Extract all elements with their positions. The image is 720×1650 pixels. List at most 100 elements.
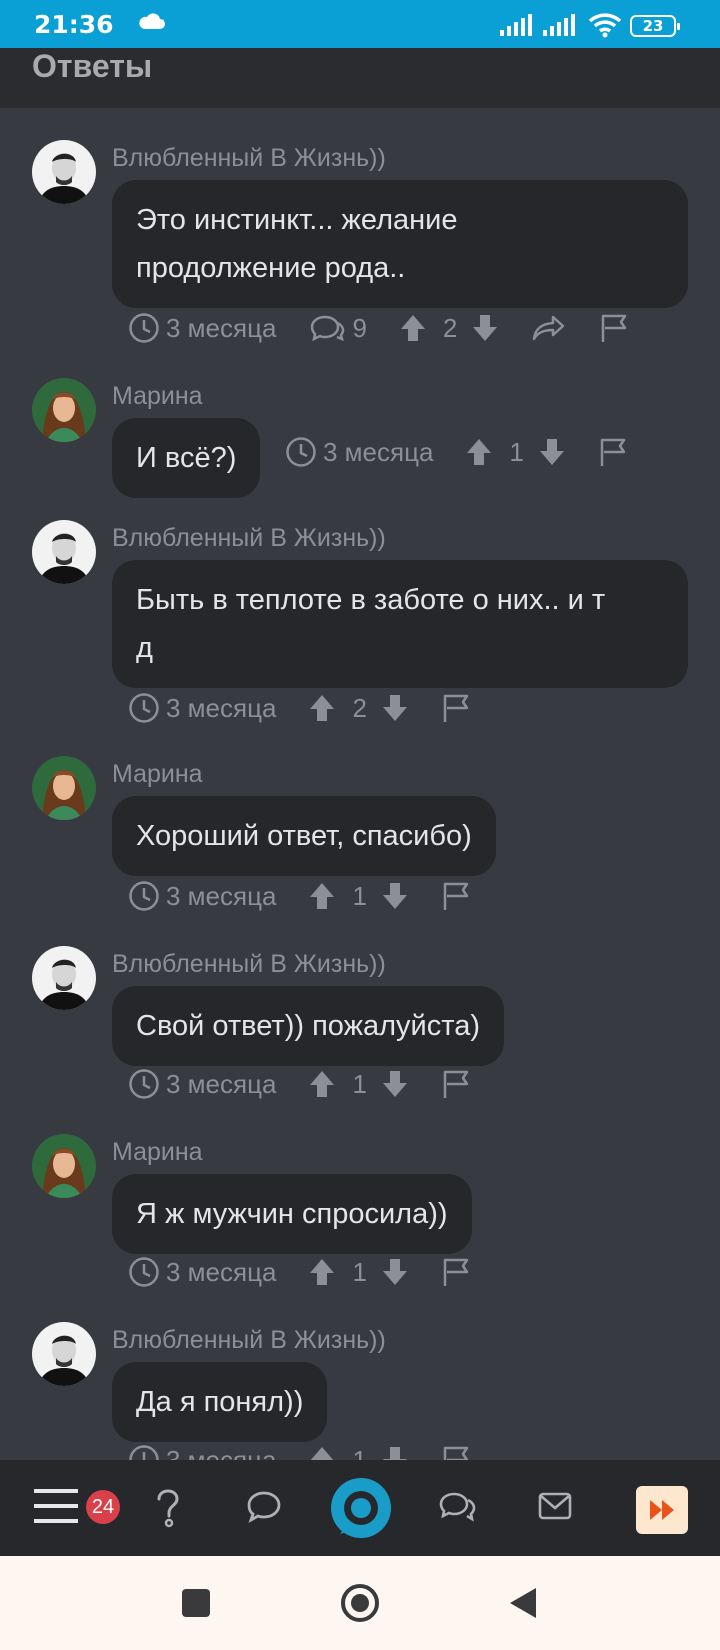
timestamp-text: 3 месяца — [166, 880, 277, 911]
clock-icon — [129, 693, 159, 723]
downvote-button[interactable] — [471, 313, 499, 343]
mail-icon[interactable] — [538, 1492, 572, 1524]
downvote-button[interactable] — [381, 693, 409, 723]
downvote-button[interactable] — [381, 1445, 409, 1460]
clock-icon — [129, 881, 159, 911]
comment-text-line: Хороший ответ, спасибо) — [136, 820, 472, 852]
comment-actions: 3 месяца 1 — [128, 876, 473, 916]
avatar[interactable] — [32, 946, 96, 1010]
flag-icon — [600, 438, 626, 466]
comment-actions: 3 месяца 1 — [128, 1064, 473, 1104]
timestamp-text: 3 месяца — [323, 436, 434, 467]
flag-button[interactable] — [441, 1256, 473, 1288]
downvote-button[interactable] — [381, 881, 409, 911]
comment-author[interactable]: Марина — [112, 382, 203, 411]
timestamp-text: 3 месяца — [166, 1256, 277, 1287]
upvote-button[interactable] — [465, 437, 493, 467]
comment-actions: 3 месяца 2 — [128, 688, 473, 728]
home-logo[interactable] — [328, 1476, 394, 1546]
stop-icon[interactable] — [182, 1589, 210, 1621]
upvote-button[interactable] — [308, 1069, 336, 1099]
comment-actions: 3 месяца 9 2 — [128, 308, 631, 348]
comment-text-line: Я ж мужчин спросила)) — [136, 1198, 448, 1230]
comment-bubble: Свой ответ)) пожалуйста) — [112, 986, 504, 1066]
comment-text-line: Быть в теплоте в заботе о них.. и т — [136, 584, 606, 616]
flag-button[interactable] — [598, 436, 630, 468]
timestamp-text: 3 месяца — [166, 692, 277, 723]
comment-author[interactable]: Марина — [112, 760, 203, 789]
vote-count: 1 — [509, 436, 524, 467]
comment-author[interactable]: Марина — [112, 1138, 203, 1167]
comment-text-line: И всё?) — [136, 442, 237, 474]
flag-button[interactable] — [599, 312, 631, 344]
timestamp: 3 месяца — [128, 1068, 276, 1100]
comment-text-line: Да я понял)) — [136, 1386, 304, 1418]
timestamp: 3 месяца — [128, 1444, 276, 1460]
fast-forward-icon — [650, 1500, 674, 1520]
replies-button[interactable]: 9 — [308, 313, 367, 344]
comment-author[interactable]: Влюбленный В Жизнь)) — [112, 144, 386, 173]
flag-button[interactable] — [441, 1068, 473, 1100]
flag-icon — [443, 882, 469, 910]
timestamp-text: 3 месяца — [166, 1068, 277, 1099]
comment-actions: 3 месяца 1 — [128, 1440, 473, 1460]
avatar[interactable] — [32, 520, 96, 584]
comment-bubble: Это инстинкт... желание продолжение рода… — [112, 180, 688, 308]
fast-forward-button[interactable] — [636, 1486, 688, 1534]
flag-button[interactable] — [441, 692, 473, 724]
question-icon[interactable] — [152, 1488, 184, 1532]
comment-bubble: Да я понял)) — [112, 1362, 328, 1442]
upvote-button[interactable] — [308, 693, 336, 723]
timestamp: 3 месяца — [128, 692, 276, 724]
upvote-button[interactable] — [308, 1445, 336, 1460]
comment-author[interactable]: Влюбленный В Жизнь)) — [112, 950, 386, 979]
avatar[interactable] — [32, 378, 96, 442]
clock-icon — [129, 1069, 159, 1099]
downvote-icon — [382, 1259, 407, 1285]
avatar[interactable] — [32, 1134, 96, 1198]
comment-author[interactable]: Влюбленный В Жизнь)) — [112, 524, 386, 553]
flag-icon — [443, 1070, 469, 1098]
chat-icon[interactable] — [246, 1490, 282, 1528]
comment-author[interactable]: Влюбленный В Жизнь)) — [112, 1326, 386, 1355]
comment-actions: 3 месяца 1 — [285, 432, 630, 472]
timestamp: 3 месяца — [128, 1256, 276, 1288]
clock-icon — [129, 1445, 159, 1460]
bottom-nav: 24 — [0, 1460, 720, 1556]
flag-button[interactable] — [441, 1444, 473, 1460]
comment-text-line: продолжение рода.. — [136, 252, 406, 284]
downvote-icon — [382, 695, 407, 721]
comment-text-line: д — [136, 632, 153, 664]
downvote-button[interactable] — [381, 1069, 409, 1099]
back-icon[interactable] — [508, 1586, 538, 1624]
home-icon[interactable] — [340, 1583, 380, 1627]
avatar[interactable] — [32, 1322, 96, 1386]
timestamp: 3 месяца — [128, 880, 276, 912]
upvote-icon — [467, 439, 492, 465]
flag-button[interactable] — [441, 880, 473, 912]
timestamp-text: 3 месяца — [166, 312, 277, 343]
page-header: Ответы — [0, 48, 720, 108]
comment-bubble: Хороший ответ, спасибо) — [112, 796, 496, 876]
clock-icon — [129, 1257, 159, 1287]
comment-text-line: Свой ответ)) пожалуйста) — [136, 1010, 480, 1042]
downvote-button[interactable] — [538, 437, 566, 467]
avatar[interactable] — [32, 140, 96, 204]
comment-bubble: Быть в теплоте в заботе о них.. и т д — [112, 560, 688, 688]
status-bar: 21:36 ·· 23 — [0, 0, 720, 48]
menu-icon[interactable] — [34, 1488, 78, 1528]
upvote-button[interactable] — [308, 881, 336, 911]
flag-icon — [443, 1446, 469, 1460]
downvote-icon — [382, 1071, 407, 1097]
flag-icon — [602, 314, 627, 342]
downvote-button[interactable] — [381, 1257, 409, 1287]
upvote-button[interactable] — [399, 313, 427, 343]
timestamp: 3 месяца — [285, 436, 433, 468]
discussion-icon[interactable] — [438, 1490, 478, 1528]
upvote-button[interactable] — [308, 1257, 336, 1287]
avatar[interactable] — [32, 756, 96, 820]
signal-icon — [500, 14, 534, 40]
share-button[interactable] — [531, 313, 567, 343]
comments-feed[interactable]: Влюбленный В Жизнь)) Это инстинкт... жел… — [0, 108, 720, 1460]
signal-icon-2 — [543, 14, 577, 40]
